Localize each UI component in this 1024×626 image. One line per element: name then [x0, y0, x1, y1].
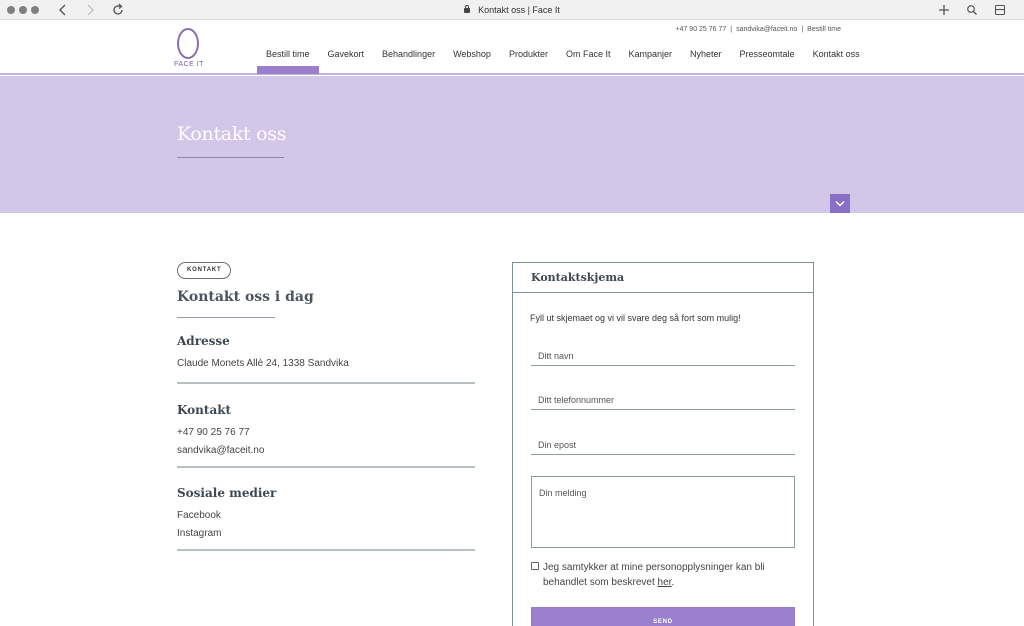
name-input[interactable] — [531, 346, 795, 366]
nav-item-om-face-it[interactable]: Om Face It — [557, 47, 620, 69]
logo-mark — [177, 28, 199, 59]
phone-input[interactable] — [531, 390, 795, 410]
send-button[interactable]: SEND — [531, 607, 795, 626]
privacy-link[interactable]: her — [658, 577, 672, 588]
tab-title: Kontakt oss | Face It — [478, 5, 560, 15]
logo-text: FACE IT — [174, 61, 204, 68]
instagram-link[interactable]: Instagram — [177, 528, 221, 539]
tabs-icon[interactable] — [992, 2, 1008, 18]
address-heading: Adresse — [177, 334, 230, 348]
top-email-link[interactable]: sandvika@faceit.no — [736, 26, 797, 33]
facebook-link[interactable]: Facebook — [177, 510, 221, 521]
chevron-down-icon[interactable] — [830, 194, 850, 213]
consent-checkbox[interactable] — [531, 562, 539, 570]
face-it-logo[interactable]: FACE IT — [174, 27, 204, 71]
divider — [177, 549, 475, 551]
address-text: Claude Monets Allè 24, 1338 Sandvika — [177, 358, 349, 369]
section-tag: KONTAKT — [177, 262, 232, 279]
email-link[interactable]: sandvika@faceit.no — [177, 445, 264, 456]
social-heading: Sosiale medier — [177, 486, 277, 500]
contact-heading: Kontakt — [177, 403, 232, 417]
plus-icon[interactable] — [936, 2, 952, 18]
form-header: Kontaktskjema — [513, 263, 813, 293]
nav-item-nyheter[interactable]: Nyheter — [681, 47, 731, 69]
main-nav: Bestill time Gavekort Behandlinger Websh… — [257, 47, 869, 74]
email-input[interactable] — [531, 435, 795, 455]
contact-title: Kontakt oss i dag — [177, 289, 314, 305]
nav-item-behandlinger[interactable]: Behandlinger — [373, 47, 444, 69]
browser-toolbar: Kontakt oss | Face It — [0, 0, 1024, 20]
top-contact-bar: +47 90 25 76 77 | sandvika@faceit.no | Besti… — [675, 26, 841, 33]
magnifier-icon[interactable] — [964, 2, 980, 18]
nav-item-gavekort[interactable]: Gavekort — [319, 47, 374, 69]
consent-label: Jeg samtykker at mine personopplysninger… — [543, 562, 765, 588]
nav-item-produkter[interactable]: Produkter — [500, 47, 557, 69]
form-title: Kontaktskjema — [531, 271, 625, 284]
divider — [177, 382, 475, 384]
form-intro: Fyll ut skjemaet og vi vil svare deg så … — [530, 313, 741, 323]
nav-item-kampanjer[interactable]: Kampanjer — [619, 47, 681, 69]
top-booking-link[interactable]: Bestill time — [807, 26, 841, 33]
lock-icon — [464, 5, 471, 13]
page-title: Kontakt oss — [177, 123, 287, 145]
site-header: FACE IT +47 90 25 76 77 | sandvika@faceit.… — [0, 20, 1024, 75]
divider — [177, 466, 475, 468]
contact-title-underline — [177, 317, 275, 318]
nav-item-bestill-time[interactable]: Bestill time — [257, 47, 319, 74]
hero-banner: Kontakt oss — [0, 76, 1024, 213]
nav-item-presseomtale[interactable]: Presseomtale — [731, 47, 804, 69]
title-underline — [177, 157, 284, 158]
nav-item-kontakt-oss[interactable]: Kontakt oss — [804, 47, 869, 69]
message-textarea[interactable] — [531, 476, 795, 548]
nav-item-webshop[interactable]: Webshop — [444, 47, 500, 69]
phone-link[interactable]: +47 90 25 76 77 — [177, 427, 250, 438]
top-phone-link[interactable]: +47 90 25 76 77 — [675, 26, 726, 33]
address-bar[interactable]: Kontakt oss | Face It — [0, 3, 1024, 17]
